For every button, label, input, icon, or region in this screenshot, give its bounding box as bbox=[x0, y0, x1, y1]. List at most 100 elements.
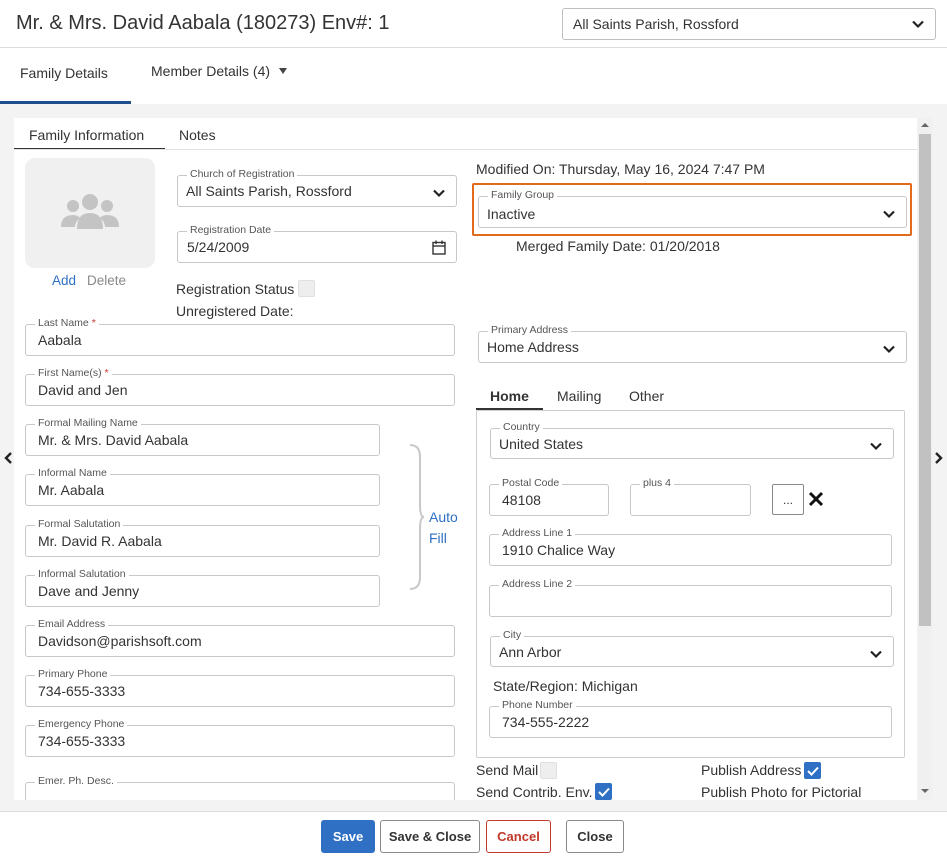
address-line1-value: 1910 Chalice Way bbox=[502, 542, 616, 558]
highlight-box bbox=[472, 183, 912, 236]
tab-address-mailing[interactable]: Mailing bbox=[557, 388, 601, 404]
formal-salutation-value: Mr. David R. Aabala bbox=[38, 533, 162, 549]
informal-name-value: Mr. Aabala bbox=[38, 482, 105, 498]
phone-number-label: Phone Number bbox=[499, 699, 576, 712]
emergency-phone-desc-label: Emer. Ph. Desc. bbox=[35, 775, 117, 788]
parish-select-value: All Saints Parish, Rossford bbox=[573, 16, 739, 32]
registration-status-label: Registration Status bbox=[176, 281, 295, 297]
primary-address-select[interactable]: Primary Address Home Address bbox=[478, 324, 907, 363]
send-mail-checkbox[interactable] bbox=[540, 762, 557, 779]
auto-fill-link-line1[interactable]: Auto bbox=[429, 509, 458, 525]
auto-fill-bracket bbox=[409, 444, 425, 590]
city-select[interactable]: City Ann Arbor bbox=[490, 629, 894, 667]
page-title: Mr. & Mrs. David Aabala (180273) Env#: 1 bbox=[16, 12, 390, 34]
chevron-down-icon bbox=[883, 345, 895, 354]
registration-status-checkbox[interactable] bbox=[298, 280, 315, 297]
save-close-button[interactable]: Save & Close bbox=[380, 820, 480, 853]
last-name-label: Last Name * bbox=[35, 317, 99, 330]
postal-lookup-button[interactable]: ... bbox=[772, 484, 804, 515]
send-mail-label: Send Mail bbox=[476, 762, 539, 778]
primary-address-label: Primary Address bbox=[488, 324, 572, 337]
emergency-phone-field[interactable]: Emergency Phone 734-655-3333 bbox=[25, 718, 455, 757]
phone-number-value: 734-555-2222 bbox=[502, 714, 590, 730]
tab-notes[interactable]: Notes bbox=[179, 127, 216, 143]
email-address-field[interactable]: Email Address Davidson@parishsoft.com bbox=[25, 618, 455, 657]
informal-salutation-field[interactable]: Informal Salutation Dave and Jenny bbox=[25, 568, 380, 607]
header-divider bbox=[0, 47, 947, 48]
formal-salutation-field[interactable]: Formal Salutation Mr. David R. Aabala bbox=[25, 518, 380, 557]
caret-down-icon bbox=[279, 68, 288, 74]
group-users-icon bbox=[61, 194, 119, 229]
tab-family-information[interactable]: Family Information bbox=[29, 127, 144, 143]
add-photo-link[interactable]: Add bbox=[52, 273, 76, 288]
tab-family-details[interactable]: Family Details bbox=[20, 65, 108, 81]
formal-mailing-name-label: Formal Mailing Name bbox=[35, 417, 141, 430]
close-icon[interactable] bbox=[808, 491, 824, 507]
city-label: City bbox=[500, 629, 525, 642]
registration-date-field[interactable]: Registration Date 5/24/2009 bbox=[177, 224, 457, 263]
address-line2-field[interactable]: Address Line 2 bbox=[489, 578, 892, 617]
postal-code-value: 48108 bbox=[502, 492, 541, 508]
tab-member-details[interactable]: Member Details (4) bbox=[151, 63, 288, 79]
chevron-down-icon bbox=[433, 189, 445, 198]
plus4-label: plus 4 bbox=[640, 477, 675, 490]
informal-name-label: Informal Name bbox=[35, 467, 110, 480]
parish-select[interactable]: All Saints Parish, Rossford bbox=[562, 8, 936, 40]
calendar-icon[interactable] bbox=[432, 240, 446, 255]
cancel-button[interactable]: Cancel bbox=[486, 820, 551, 853]
emergency-phone-label: Emergency Phone bbox=[35, 718, 128, 731]
checkmark-icon bbox=[806, 766, 819, 776]
auto-fill-link-line2[interactable]: Fill bbox=[429, 530, 447, 546]
chevron-left-icon[interactable] bbox=[3, 451, 13, 465]
postal-code-label: Postal Code bbox=[499, 477, 563, 490]
postal-code-field[interactable]: Postal Code 48108 bbox=[489, 477, 609, 516]
church-of-registration-value: All Saints Parish, Rossford bbox=[186, 183, 352, 199]
required-asterisk: * bbox=[104, 367, 109, 379]
informal-salutation-label: Informal Salutation bbox=[35, 568, 129, 581]
subtab-divider bbox=[14, 149, 917, 150]
tab-address-home[interactable]: Home bbox=[490, 388, 529, 404]
plus4-field[interactable]: plus 4 bbox=[630, 477, 751, 516]
close-button[interactable]: Close bbox=[566, 820, 624, 853]
emergency-phone-value: 734-655-3333 bbox=[38, 733, 126, 749]
primary-phone-label: Primary Phone bbox=[35, 668, 111, 681]
first-names-field[interactable]: First Name(s) * David and Jen bbox=[25, 367, 455, 406]
last-name-value: Aabala bbox=[38, 332, 82, 348]
primary-phone-value: 734-655-3333 bbox=[38, 683, 126, 699]
address-line1-label: Address Line 1 bbox=[499, 527, 576, 540]
registration-date-label: Registration Date bbox=[187, 224, 275, 237]
family-photo-placeholder[interactable] bbox=[25, 158, 155, 268]
phone-number-field[interactable]: Phone Number 734-555-2222 bbox=[489, 699, 892, 738]
primary-phone-field[interactable]: Primary Phone 734-655-3333 bbox=[25, 668, 455, 707]
church-of-registration-select[interactable]: Church of Registration All Saints Parish… bbox=[177, 168, 457, 207]
country-select[interactable]: Country United States bbox=[490, 421, 894, 459]
scrollbar-thumb[interactable] bbox=[919, 134, 931, 626]
first-names-value: David and Jen bbox=[38, 382, 128, 398]
send-contrib-env-checkbox[interactable] bbox=[595, 783, 612, 800]
scroll-up-icon[interactable] bbox=[920, 122, 930, 128]
footer-divider bbox=[0, 811, 947, 812]
country-value: United States bbox=[499, 436, 584, 452]
chevron-down-icon bbox=[912, 20, 924, 29]
formal-salutation-label: Formal Salutation bbox=[35, 518, 124, 531]
email-address-label: Email Address bbox=[35, 618, 109, 631]
chevron-right-icon[interactable] bbox=[934, 451, 944, 465]
delete-photo-link[interactable]: Delete bbox=[87, 273, 126, 288]
emergency-phone-desc-field[interactable]: Emer. Ph. Desc. bbox=[25, 775, 455, 800]
publish-photo-label: Publish Photo for Pictorial bbox=[701, 784, 862, 800]
informal-salutation-value: Dave and Jenny bbox=[38, 583, 140, 599]
tab-member-details-label: Member Details (4) bbox=[151, 63, 271, 79]
scroll-down-icon[interactable] bbox=[920, 788, 930, 794]
last-name-field[interactable]: Last Name * Aabala bbox=[25, 317, 455, 356]
registration-date-value: 5/24/2009 bbox=[187, 239, 250, 255]
chevron-down-icon bbox=[870, 442, 882, 451]
formal-mailing-name-field[interactable]: Formal Mailing Name Mr. & Mrs. David Aab… bbox=[25, 417, 380, 456]
merged-family-date-text: Merged Family Date: 01/20/2018 bbox=[516, 238, 720, 254]
tab-address-other[interactable]: Other bbox=[629, 388, 664, 404]
informal-name-field[interactable]: Informal Name Mr. Aabala bbox=[25, 467, 380, 506]
save-button[interactable]: Save bbox=[321, 820, 375, 853]
required-asterisk: * bbox=[91, 317, 96, 329]
email-address-value: Davidson@parishsoft.com bbox=[38, 633, 202, 649]
address-line1-field[interactable]: Address Line 1 1910 Chalice Way bbox=[489, 527, 892, 566]
publish-address-checkbox[interactable] bbox=[804, 762, 821, 779]
